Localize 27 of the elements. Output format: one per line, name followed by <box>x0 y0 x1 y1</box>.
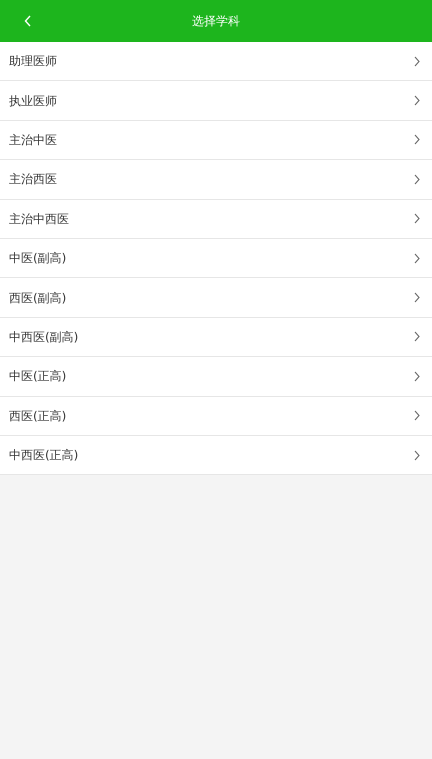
subject-label: 西医(正高) <box>9 408 66 425</box>
chevron-right-icon <box>414 95 420 106</box>
subject-label: 助理医师 <box>9 53 57 70</box>
subject-label: 主治中医 <box>9 132 57 149</box>
subject-label: 中医(正高) <box>9 368 66 386</box>
subject-label: 执业医师 <box>9 92 57 110</box>
chevron-right-icon <box>414 252 420 264</box>
subject-label: 主治中西医 <box>9 210 69 228</box>
page-title: 选择学科 <box>192 13 240 30</box>
chevron-right-icon <box>414 331 420 342</box>
subject-label: 中西医(副高) <box>9 328 78 346</box>
subject-row[interactable]: 中西医(副高) <box>0 318 432 358</box>
subject-row[interactable]: 西医(正高) <box>0 396 432 436</box>
subject-label: 中医(副高) <box>9 250 66 268</box>
chevron-right-icon <box>414 292 420 304</box>
chevron-right-icon <box>414 370 420 382</box>
subject-label: 主治西医 <box>9 171 57 188</box>
chevron-right-icon <box>414 174 420 185</box>
subject-label: 中西医(正高) <box>9 447 78 464</box>
chevron-right-icon <box>414 56 420 67</box>
subject-row[interactable]: 主治中西医 <box>0 200 432 239</box>
subject-label: 西医(副高) <box>9 290 66 307</box>
chevron-right-icon <box>414 410 420 422</box>
chevron-right-icon <box>414 450 420 461</box>
chevron-right-icon <box>414 134 420 146</box>
back-icon <box>24 15 32 27</box>
chevron-right-icon <box>414 213 420 224</box>
